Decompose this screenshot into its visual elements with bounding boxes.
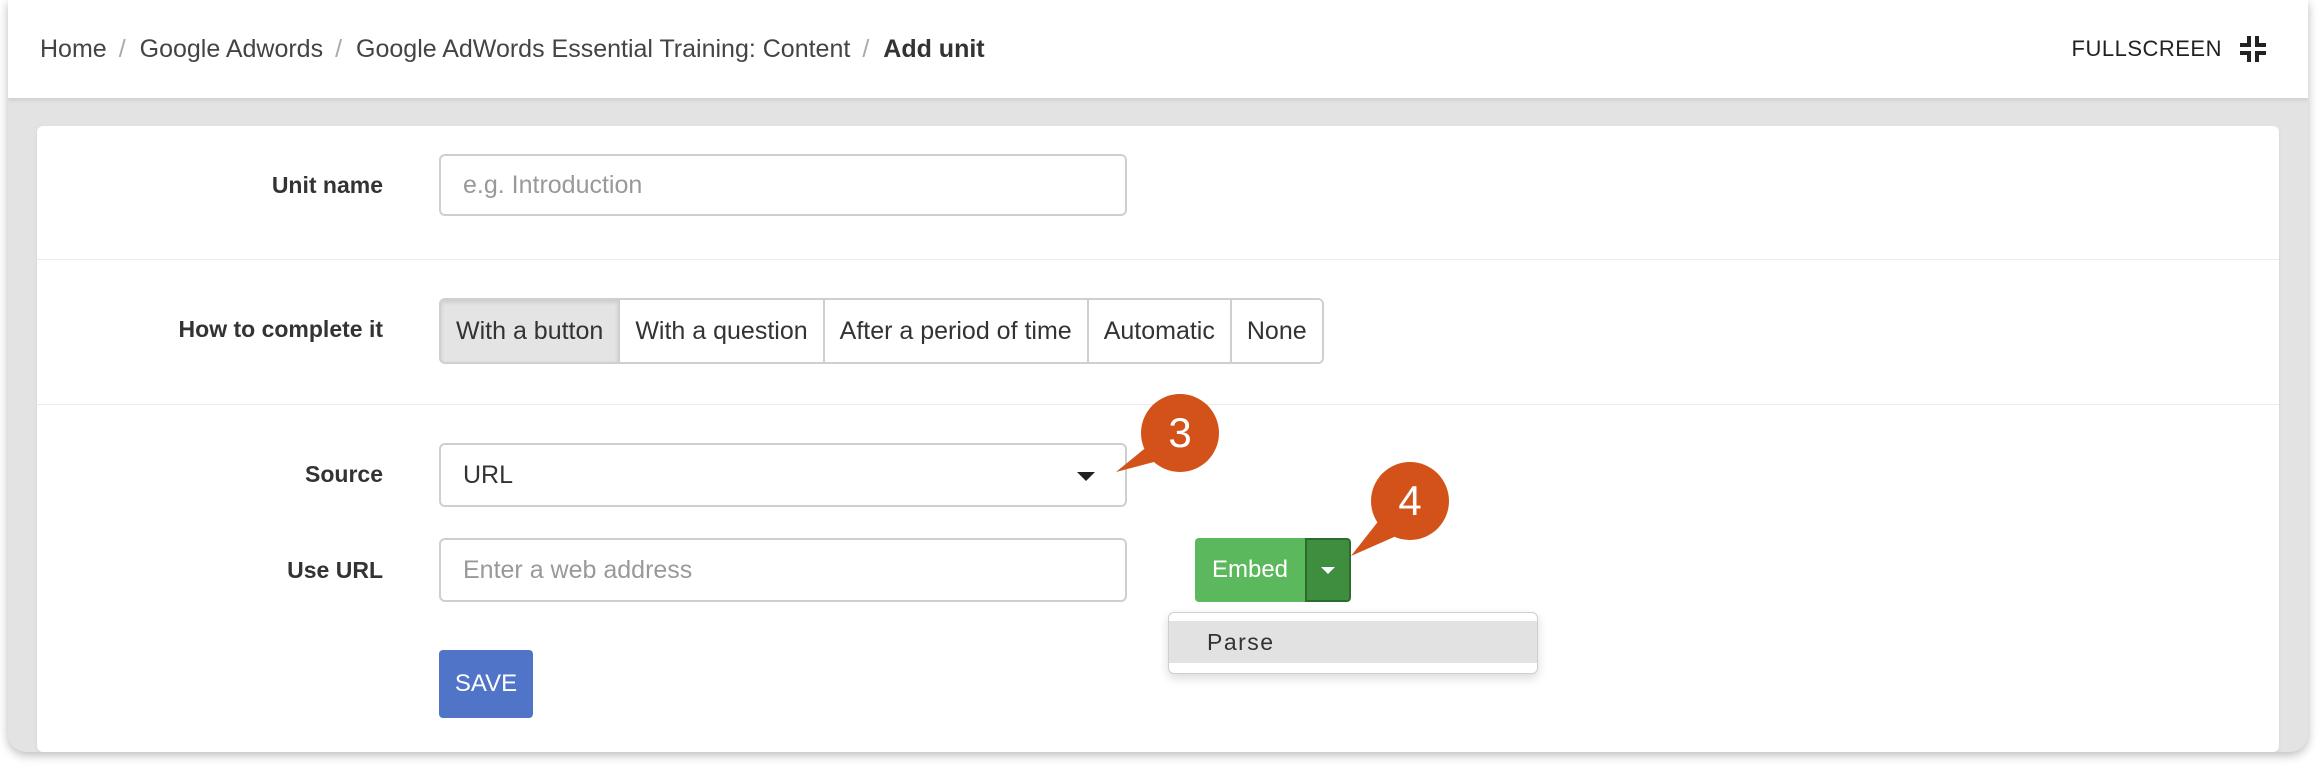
source-label: Source [305, 461, 383, 487]
unit-name-label: Unit name [271, 172, 383, 198]
callout-number-3: 3 [1168, 409, 1192, 456]
app-window: Home / Google Adwords / Google AdWords E… [8, 0, 2308, 752]
completion-option-button[interactable]: With a button [441, 300, 621, 362]
top-bar: Home / Google Adwords / Google AdWords E… [8, 0, 2308, 98]
fullscreen-button[interactable]: FULLSCREEN [2072, 0, 2268, 98]
completion-option-none[interactable]: None [1231, 300, 1322, 362]
breadcrumb-separator: / [862, 34, 870, 63]
completion-option-automatic[interactable]: Automatic [1088, 300, 1232, 362]
completion-label: How to complete it [178, 316, 383, 342]
breadcrumb-separator: / [118, 34, 126, 63]
fullscreen-label: FULLSCREEN [2071, 36, 2222, 61]
breadcrumb-course[interactable]: Google Adwords [140, 35, 323, 64]
url-input[interactable] [439, 538, 1127, 602]
breadcrumb-separator: / [335, 34, 343, 63]
embed-split-button: Embed [1195, 538, 1351, 602]
breadcrumb-current: Add unit [883, 34, 985, 63]
caret-down-icon [1321, 566, 1335, 574]
breadcrumb-home[interactable]: Home [40, 35, 107, 64]
completion-option-time[interactable]: After a period of time [824, 300, 1089, 362]
exit-fullscreen-icon [2240, 36, 2266, 62]
unit-name-input[interactable] [439, 154, 1127, 216]
breadcrumb-module[interactable]: Google AdWords Essential Training: Conte… [356, 35, 850, 64]
breadcrumb: Home / Google Adwords / Google AdWords E… [40, 0, 985, 98]
completion-option-question[interactable]: With a question [620, 300, 825, 362]
row-divider [37, 259, 2279, 260]
callout-number-4: 4 [1398, 477, 1422, 524]
embed-button[interactable]: Embed [1195, 538, 1305, 602]
save-button[interactable]: SAVE [439, 650, 533, 718]
menu-item-parse[interactable]: Parse [1169, 621, 1537, 663]
caret-down-icon [1077, 472, 1095, 481]
source-select[interactable]: URL [439, 443, 1127, 507]
embed-dropdown-menu: Parse [1168, 612, 1538, 674]
source-selected-value: URL [463, 460, 514, 489]
completion-options: With a button With a question After a pe… [439, 298, 1324, 364]
use-url-label: Use URL [287, 557, 383, 583]
